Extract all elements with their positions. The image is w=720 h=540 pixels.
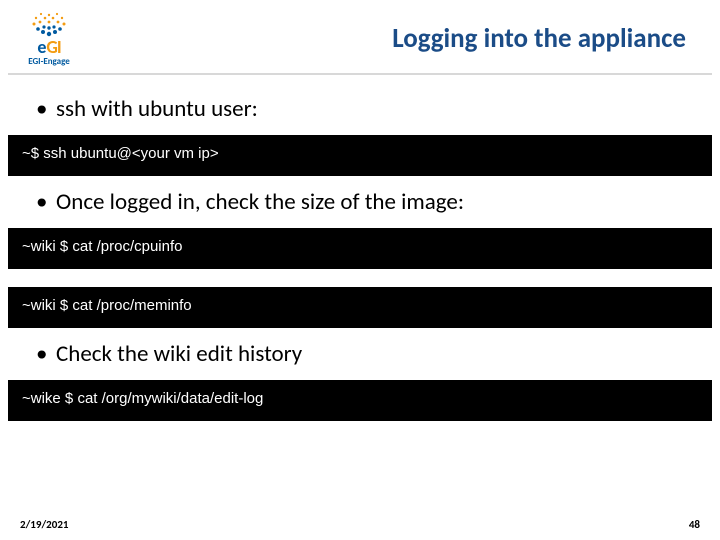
terminal-editlog: ~wike $ cat /org/mywiki/data/edit-log [8, 380, 712, 421]
terminal-cpuinfo: ~wiki $ cat /proc/cpuinfo [8, 228, 712, 269]
slide-footer: 2/19/2021 48 [0, 508, 720, 540]
bullet-check-size: Once logged in, check the size of the im… [0, 182, 720, 222]
terminal-gap [0, 275, 720, 281]
footer-page-number: 48 [689, 518, 700, 531]
logo-wordmark: e GI [37, 36, 60, 58]
slide-header: e GI EGI-Engage Logging into the applian… [8, 0, 712, 75]
logo-letters-gi: GI [46, 36, 60, 58]
terminal-meminfo: ~wiki $ cat /proc/meminfo [8, 287, 712, 328]
page-title: Logging into the appliance [76, 22, 692, 55]
terminal-ssh: ~$ ssh ubuntu@<your vm ip> [8, 135, 712, 176]
logo-subtitle: EGI-Engage [28, 56, 70, 67]
footer-date: 2/19/2021 [20, 518, 68, 531]
slide-content: ssh with ubuntu user: ~$ ssh ubuntu@<you… [0, 75, 720, 421]
brand-logo: e GI EGI-Engage [22, 10, 76, 67]
logo-dots-icon [22, 10, 76, 38]
bullet-wiki-history: Check the wiki edit history [0, 334, 720, 374]
bullet-ssh: ssh with ubuntu user: [0, 89, 720, 129]
logo-letter-e: e [37, 36, 45, 58]
